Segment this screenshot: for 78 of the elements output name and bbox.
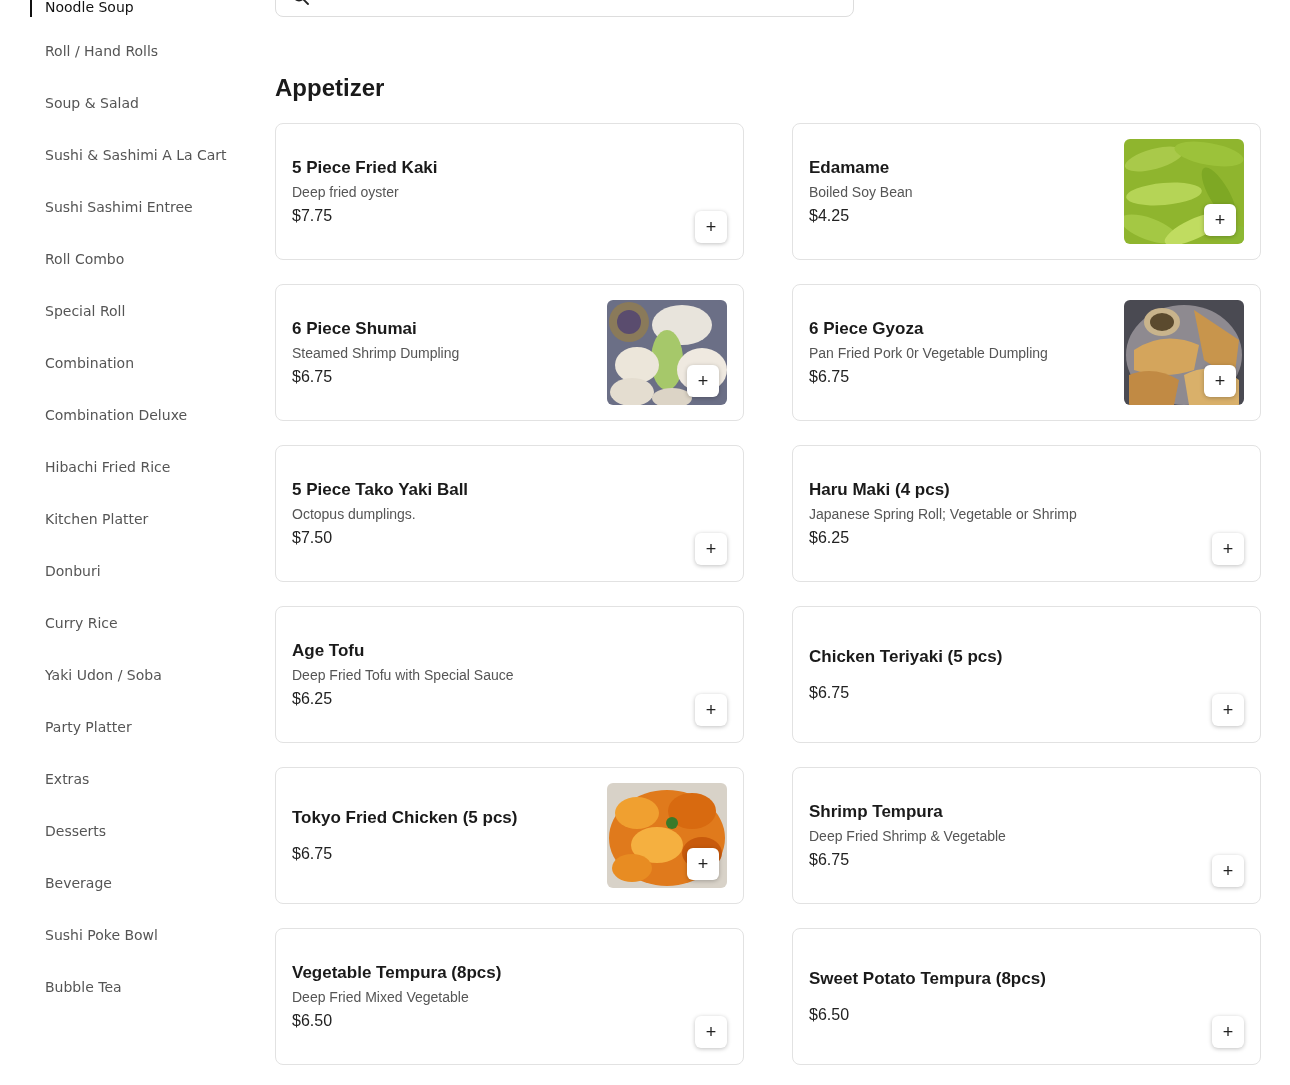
add-button[interactable]: +	[1204, 204, 1236, 236]
category-link[interactable]: Desserts	[45, 820, 107, 842]
category-link[interactable]: Curry Rice	[45, 612, 118, 634]
item-price: $6.75	[292, 366, 333, 387]
item-price: $4.25	[809, 205, 850, 226]
menu-item-card[interactable]: 5 Piece Fried Kaki Deep fried oyster $7.75 +	[275, 123, 744, 260]
item-description: Deep Fried Shrimp & Vegetable	[809, 826, 1006, 845]
add-button[interactable]: +	[1212, 1016, 1244, 1048]
item-name: Vegetable Tempura (8pcs)	[292, 961, 502, 984]
item-name: Haru Maki (4 pcs)	[809, 478, 950, 501]
item-name: 5 Piece Fried Kaki	[292, 156, 438, 179]
item-price: $6.50	[809, 1004, 850, 1025]
add-button[interactable]: +	[1212, 855, 1244, 887]
category-link[interactable]: Soup & Salad	[45, 92, 139, 114]
menu-item-card[interactable]: Vegetable Tempura (8pcs) Deep Fried Mixed Vegetable $6.50 +	[275, 928, 744, 1065]
item-name: Age Tofu	[292, 639, 365, 662]
item-price: $7.50	[292, 527, 333, 548]
category-link[interactable]: Yaki Udon / Soba	[45, 664, 162, 686]
add-button[interactable]: +	[695, 1016, 727, 1048]
item-description: Pan Fried Pork 0r Vegetable Dumpling	[809, 343, 1048, 362]
item-name: 6 Piece Shumai	[292, 317, 417, 340]
add-button[interactable]: +	[1212, 533, 1244, 565]
item-name: Tokyo Fried Chicken (5 pcs)	[292, 806, 518, 829]
menu-item-card[interactable]: Edamame Boiled Soy Bean $4.25 +	[792, 123, 1261, 260]
category-link[interactable]: Party Platter	[45, 716, 132, 738]
item-name: Edamame	[809, 156, 890, 179]
add-button[interactable]: +	[1212, 694, 1244, 726]
item-description: Deep Fried Mixed Vegetable	[292, 987, 469, 1006]
menu-item-card[interactable]: Shrimp Tempura Deep Fried Shrimp & Vegetable $6.75 +	[792, 767, 1261, 904]
section-heading: Appetizer	[275, 73, 385, 103]
menu-item-card[interactable]: Chicken Teriyaki (5 pcs) $6.75 +	[792, 606, 1261, 743]
menu-item-card[interactable]: Haru Maki (4 pcs) Japanese Spring Roll; Vegetable or Shrimp $6.25 +	[792, 445, 1261, 582]
item-price: $6.50	[292, 1010, 333, 1031]
menu-item-card[interactable]: 6 Piece Gyoza Pan Fried Pork 0r Vegetable Dumpling $6.75 +	[792, 284, 1261, 421]
item-price: $6.75	[809, 366, 850, 387]
add-button[interactable]: +	[1204, 365, 1236, 397]
item-description: Boiled Soy Bean	[809, 182, 913, 201]
add-button[interactable]: +	[687, 365, 719, 397]
item-name: 6 Piece Gyoza	[809, 317, 924, 340]
category-link[interactable]: Combination Deluxe	[45, 404, 188, 426]
item-name: 5 Piece Tako Yaki Ball	[292, 478, 469, 501]
menu-item-card[interactable]: 6 Piece Shumai Steamed Shrimp Dumpling $6.75 +	[275, 284, 744, 421]
add-button[interactable]: +	[695, 533, 727, 565]
item-name: Chicken Teriyaki (5 pcs)	[809, 645, 1003, 668]
category-link[interactable]: Kitchen Platter	[45, 508, 149, 530]
category-link[interactable]: Combination	[45, 352, 135, 374]
category-link[interactable]: Special Roll	[45, 300, 126, 322]
category-link[interactable]: Roll Combo	[45, 248, 125, 270]
item-price: $7.75	[292, 205, 333, 226]
item-description: Steamed Shrimp Dumpling	[292, 343, 460, 362]
add-button[interactable]: +	[695, 694, 727, 726]
category-link[interactable]: Bubble Tea	[45, 976, 122, 998]
item-description: Deep Fried Tofu with Special Sauce	[292, 665, 514, 684]
item-price: $6.75	[292, 843, 333, 864]
item-price: $6.75	[809, 682, 850, 703]
category-link[interactable]: Sushi & Sashimi A La Cart	[45, 144, 227, 166]
category-link[interactable]: Sushi Poke Bowl	[45, 924, 158, 946]
item-price: $6.25	[292, 688, 333, 709]
add-button[interactable]: +	[687, 848, 719, 880]
category-link[interactable]: Noodle Soup	[45, 0, 134, 18]
item-name: Shrimp Tempura	[809, 800, 943, 823]
item-price: $6.25	[809, 527, 850, 548]
menu-item-card[interactable]: Sweet Potato Tempura (8pcs) $6.50 +	[792, 928, 1261, 1065]
category-link[interactable]: Hibachi Fried Rice	[45, 456, 171, 478]
menu-item-card[interactable]: 5 Piece Tako Yaki Ball Octopus dumplings. $7.50 +	[275, 445, 744, 582]
category-link[interactable]: Beverage	[45, 872, 112, 894]
item-name: Sweet Potato Tempura (8pcs)	[809, 967, 1046, 990]
menu-item-card[interactable]: Tokyo Fried Chicken (5 pcs) $6.75 +	[275, 767, 744, 904]
category-link[interactable]: Donburi	[45, 560, 101, 582]
category-link[interactable]: Sushi Sashimi Entree	[45, 196, 193, 218]
category-link[interactable]: Roll / Hand Rolls	[45, 40, 159, 62]
menu-item-card[interactable]: Age Tofu Deep Fried Tofu with Special Sauce $6.25 +	[275, 606, 744, 743]
item-price: $6.75	[809, 849, 850, 870]
add-button[interactable]: +	[695, 211, 727, 243]
item-description: Japanese Spring Roll; Vegetable or Shrimp	[809, 504, 1077, 523]
category-link[interactable]: Extras	[45, 768, 90, 790]
item-description: Octopus dumplings.	[292, 504, 416, 523]
item-description: Deep fried oyster	[292, 182, 399, 201]
